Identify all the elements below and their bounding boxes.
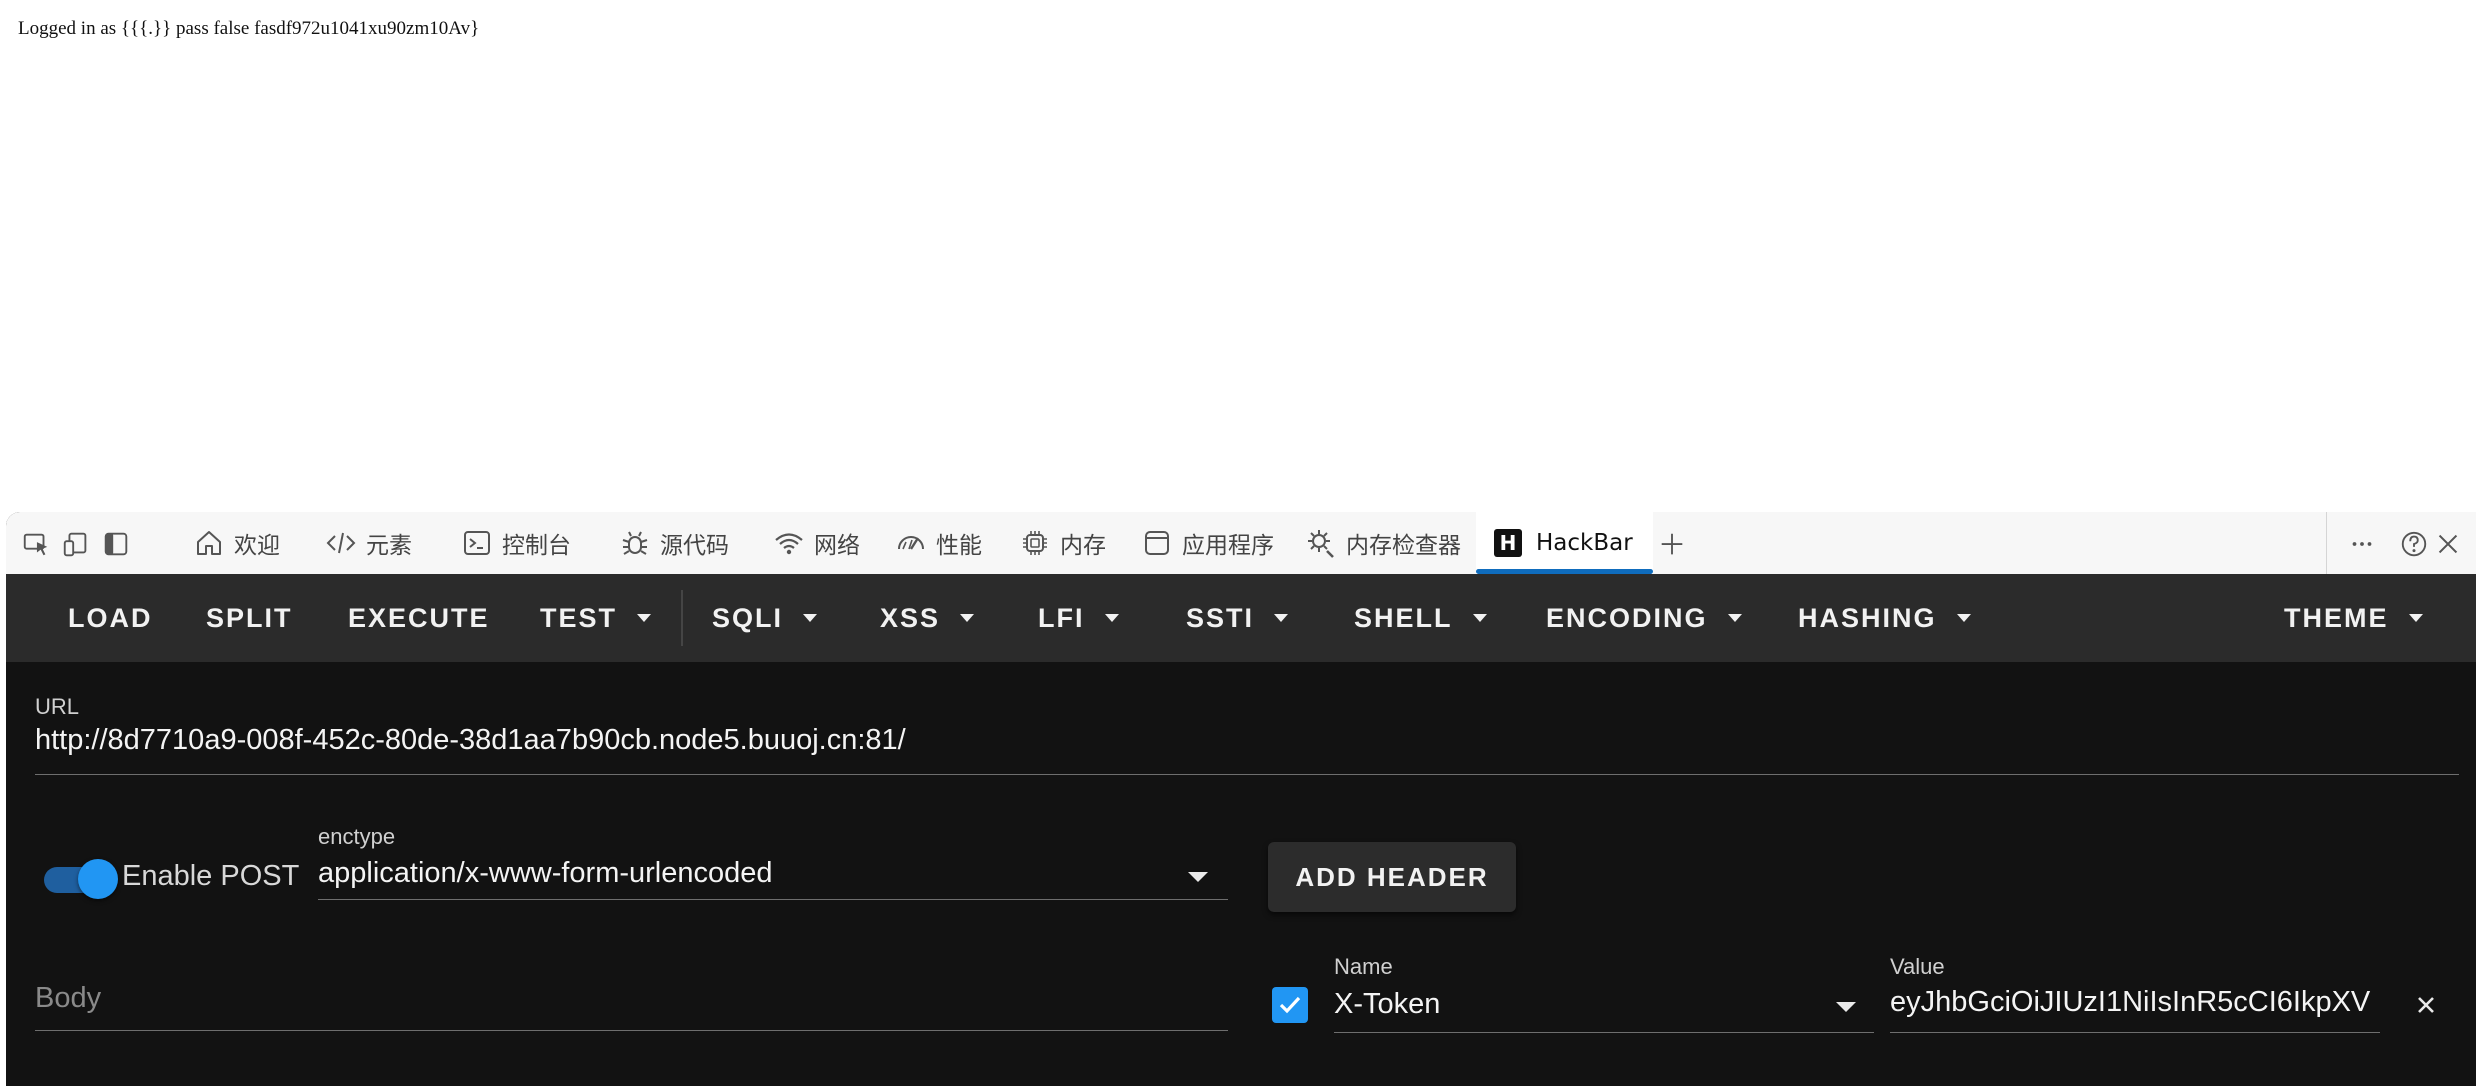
- home-icon: [192, 526, 226, 560]
- chevron-down-icon: [960, 614, 975, 622]
- header-enabled-checkbox[interactable]: [1272, 987, 1308, 1023]
- tab-performance[interactable]: 性能: [894, 512, 982, 574]
- add-header-button[interactable]: ADD HEADER: [1268, 842, 1516, 912]
- body-textarea[interactable]: Body: [35, 982, 1225, 1015]
- execute-button[interactable]: EXECUTE: [348, 574, 490, 662]
- hackbar-main: URL http://8d7710a9-008f-452c-80de-38d1a…: [6, 662, 2476, 1086]
- hackbar-logo-icon: H: [1494, 529, 1522, 557]
- wifi-icon: [772, 526, 806, 560]
- tab-network[interactable]: 网络: [772, 512, 860, 574]
- enctype-label: enctype: [318, 824, 396, 849]
- url-label: URL: [35, 694, 80, 719]
- chevron-down-icon: [1472, 614, 1487, 622]
- console-icon: [460, 526, 494, 560]
- header-name-underline: [1334, 1032, 1874, 1033]
- hackbar-toolbar: LOAD SPLIT EXECUTE TEST SQLI XSS LFI SST…: [6, 574, 2476, 662]
- devtools-panel: 欢迎 元素 控制台 源代码 网络 性能 内存 应用程序 内存检查器 H Hack…: [6, 512, 2476, 1086]
- url-input[interactable]: http://8d7710a9-008f-452c-80de-38d1aa7b9…: [35, 724, 2445, 757]
- remove-header-close-icon[interactable]: [2408, 987, 2444, 1023]
- page-body-text: Logged in as {{{.}} pass false fasdf972u…: [18, 18, 480, 39]
- inspect-element-icon[interactable]: [20, 528, 52, 560]
- tab-memory[interactable]: 内存: [1018, 512, 1106, 574]
- body-underline: [35, 1030, 1228, 1031]
- app-window-icon: [1140, 526, 1174, 560]
- header-value-input[interactable]: eyJhbGciOiJIUzI1NiIsInR5cCI6IkpXV: [1890, 986, 2380, 1019]
- devtools-tabbar: 欢迎 元素 控制台 源代码 网络 性能 内存 应用程序 内存检查器 H Hack…: [6, 512, 2476, 575]
- enable-post-label: Enable POST: [122, 860, 300, 892]
- tab-elements[interactable]: 元素: [324, 512, 412, 574]
- tabbar-divider: [2326, 512, 2327, 574]
- page-content: Logged in as {{{.}} pass false fasdf972u…: [0, 0, 2476, 512]
- test-menu-button[interactable]: TEST: [540, 574, 652, 662]
- enctype-select[interactable]: application/x-www-form-urlencoded: [318, 857, 1168, 890]
- tab-console[interactable]: 控制台: [460, 512, 571, 574]
- tab-hackbar[interactable]: H HackBar: [1476, 512, 1653, 574]
- gauge-icon: [894, 526, 928, 560]
- header-name-input[interactable]: X-Token: [1334, 988, 1814, 1021]
- enctype-underline: [318, 899, 1228, 900]
- chevron-down-icon: [637, 614, 652, 622]
- header-value-label: Value: [1890, 954, 1945, 979]
- plus-icon[interactable]: [1656, 528, 1688, 560]
- lfi-menu-button[interactable]: LFI: [1038, 574, 1119, 662]
- chevron-down-icon: [803, 614, 818, 622]
- header-value-underline: [1890, 1032, 2380, 1033]
- close-icon[interactable]: [2432, 528, 2464, 560]
- tab-welcome[interactable]: 欢迎: [192, 512, 280, 574]
- more-icon[interactable]: [2346, 528, 2378, 560]
- header-name-label: Name: [1334, 954, 1393, 979]
- code-icon: [324, 526, 358, 560]
- chevron-down-icon: [1727, 614, 1742, 622]
- bug-icon: [618, 526, 652, 560]
- chevron-down-icon: [1104, 614, 1119, 622]
- tab-sources[interactable]: 源代码: [618, 512, 729, 574]
- shell-menu-button[interactable]: SHELL: [1354, 574, 1487, 662]
- theme-menu-button[interactable]: THEME: [2284, 574, 2423, 662]
- toggle-thumb: [78, 859, 118, 899]
- load-button[interactable]: LOAD: [68, 574, 153, 662]
- chevron-down-icon: [1956, 614, 1971, 622]
- toolbar-divider: [681, 590, 683, 646]
- chevron-down-icon: [2408, 614, 2423, 622]
- chevron-down-icon: [1274, 614, 1289, 622]
- check-icon: [1279, 996, 1301, 1014]
- header-name-chevron-down-icon[interactable]: [1836, 1002, 1856, 1012]
- ssti-menu-button[interactable]: SSTI: [1186, 574, 1289, 662]
- enctype-chevron-down-icon[interactable]: [1188, 872, 1208, 882]
- split-button[interactable]: SPLIT: [206, 574, 293, 662]
- help-icon[interactable]: [2398, 528, 2430, 560]
- enable-post-toggle[interactable]: [40, 857, 118, 901]
- device-emulation-icon[interactable]: [60, 528, 92, 560]
- dock-sidebar-icon[interactable]: [100, 528, 132, 560]
- encoding-menu-button[interactable]: ENCODING: [1546, 574, 1742, 662]
- xss-menu-button[interactable]: XSS: [880, 574, 975, 662]
- tab-application[interactable]: 应用程序: [1140, 512, 1274, 574]
- tab-memory-inspector[interactable]: 内存检查器: [1304, 512, 1461, 574]
- memory-inspector-icon: [1304, 526, 1338, 560]
- hashing-menu-button[interactable]: HASHING: [1798, 574, 1971, 662]
- url-underline: [35, 774, 2459, 775]
- sqli-menu-button[interactable]: SQLI: [712, 574, 818, 662]
- chip-icon: [1018, 526, 1052, 560]
